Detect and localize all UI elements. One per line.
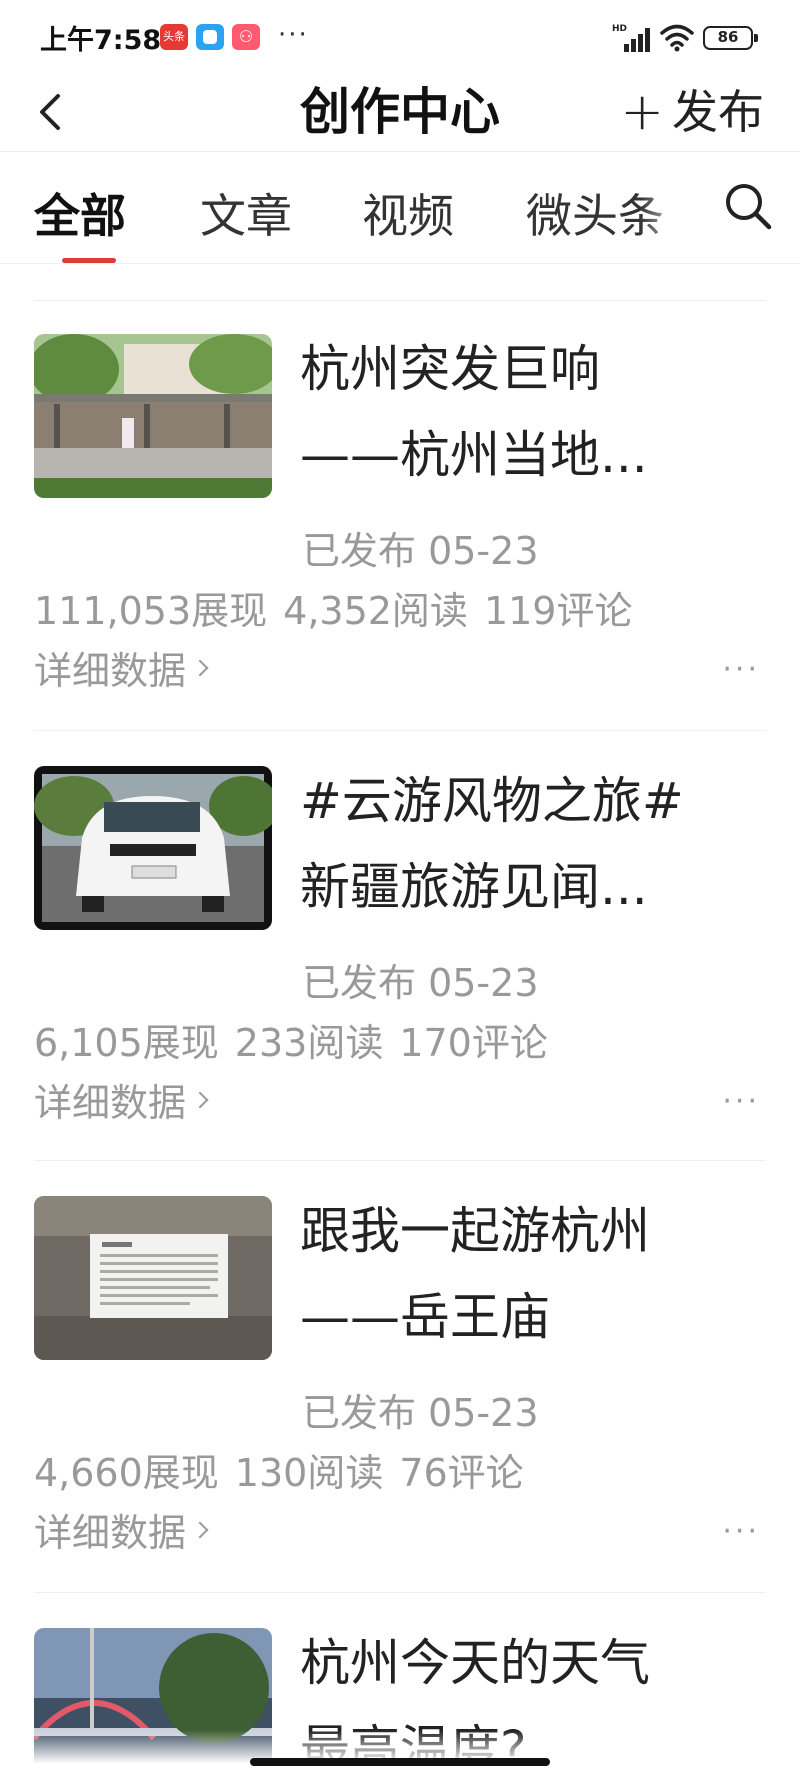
search-icon[interactable] xyxy=(722,180,774,232)
tabs-fade xyxy=(640,162,690,252)
divider xyxy=(34,1592,766,1593)
article-title-line: 杭州今天的天气 xyxy=(300,1634,650,1692)
article-title[interactable]: 杭州突发巨响 ——杭州当地... xyxy=(300,326,770,498)
chevron-right-icon xyxy=(191,659,209,676)
comments-count: 170评论 xyxy=(399,1021,548,1065)
article-thumbnail[interactable] xyxy=(34,766,272,930)
publish-status: 已发布 05-23 xyxy=(302,961,539,1005)
app-header: 创作中心 + 发布 xyxy=(0,72,800,152)
article-title-line: #云游风物之旅# xyxy=(300,772,684,830)
publish-button[interactable]: + 发布 xyxy=(620,72,764,152)
impressions-count: 4,660展现 xyxy=(34,1451,219,1495)
article-title-line: ——岳王庙 xyxy=(300,1288,550,1346)
detail-data-link[interactable]: 详细数据 xyxy=(34,1072,209,1127)
detail-data-label: 详细数据 xyxy=(34,649,187,693)
article-card[interactable]: 跟我一起游杭州 ——岳王庙 已发布 05-23 4,660展现 130阅读 76评论… xyxy=(0,1196,800,1626)
comments-count: 76评论 xyxy=(399,1451,524,1495)
reads-count: 4,352阅读 xyxy=(283,589,468,633)
reads-count: 233阅读 xyxy=(234,1021,384,1065)
publish-status: 已发布 05-23 xyxy=(302,1391,539,1435)
browser-app-icon xyxy=(196,24,224,50)
toutiao-app-icon: 头条 xyxy=(160,24,188,50)
article-stats: 6,105展现 233阅读 170评论 xyxy=(34,1012,564,1067)
article-title[interactable]: #云游风物之旅# 新疆旅游见闻... xyxy=(300,758,770,930)
video-app-icon xyxy=(232,24,260,50)
tab-articles[interactable]: 文章 xyxy=(200,180,292,246)
cellular-signal-icon: HD xyxy=(612,24,652,52)
more-options-icon[interactable]: ··· xyxy=(722,652,760,687)
plus-icon: + xyxy=(620,82,664,142)
hd-label: HD xyxy=(612,24,628,34)
divider xyxy=(34,730,766,731)
comments-count: 119评论 xyxy=(483,589,633,633)
article-card[interactable]: #云游风物之旅# 新疆旅游见闻... 已发布 05-23 6,105展现 233阅… xyxy=(0,766,800,1196)
article-thumbnail[interactable] xyxy=(34,1196,272,1360)
chevron-right-icon xyxy=(191,1091,209,1108)
reads-count: 130阅读 xyxy=(234,1451,384,1495)
wifi-icon xyxy=(660,24,694,52)
back-icon[interactable] xyxy=(28,82,78,142)
more-options-icon[interactable]: ··· xyxy=(722,1084,760,1119)
tab-all[interactable]: 全部 xyxy=(34,180,126,246)
divider xyxy=(34,300,766,301)
article-title-line: 杭州突发巨响 xyxy=(300,340,600,398)
detail-data-link[interactable]: 详细数据 xyxy=(34,640,209,695)
detail-data-label: 详细数据 xyxy=(34,1511,187,1555)
notification-more-icon: ··· xyxy=(278,20,309,50)
impressions-count: 6,105展现 xyxy=(34,1021,219,1065)
article-title-line: ——杭州当地... xyxy=(300,426,648,484)
bottom-fade xyxy=(0,1730,800,1778)
impressions-count: 111,053展现 xyxy=(34,589,268,633)
more-options-icon[interactable]: ··· xyxy=(722,1514,760,1549)
tab-videos[interactable]: 视频 xyxy=(362,180,454,246)
article-title-line: 新疆旅游见闻... xyxy=(300,858,648,916)
active-tab-indicator xyxy=(62,258,116,263)
article-title[interactable]: 跟我一起游杭州 ——岳王庙 xyxy=(300,1188,770,1360)
publish-label: 发布 xyxy=(672,85,764,139)
article-card[interactable]: 杭州突发巨响 ——杭州当地... 已发布 05-23 111,053展现 4,35… xyxy=(0,334,800,764)
chevron-right-icon xyxy=(191,1521,209,1538)
detail-data-label: 详细数据 xyxy=(34,1081,187,1125)
article-stats: 4,660展现 130阅读 76评论 xyxy=(34,1442,540,1497)
publish-status: 已发布 05-23 xyxy=(302,529,539,573)
status-time: 上午7:58 xyxy=(40,25,162,56)
content-tabs: 全部 文章 视频 微头条 xyxy=(0,152,800,264)
article-thumbnail[interactable] xyxy=(34,334,272,498)
article-stats: 111,053展现 4,352阅读 119评论 xyxy=(34,580,648,635)
article-title-line: 跟我一起游杭州 xyxy=(300,1202,650,1260)
status-bar: 上午7:58 头条 ··· HD 86 xyxy=(0,0,800,72)
divider xyxy=(34,1160,766,1161)
detail-data-link[interactable]: 详细数据 xyxy=(34,1502,209,1557)
home-indicator[interactable] xyxy=(250,1758,550,1766)
battery-icon: 86 xyxy=(703,26,758,50)
